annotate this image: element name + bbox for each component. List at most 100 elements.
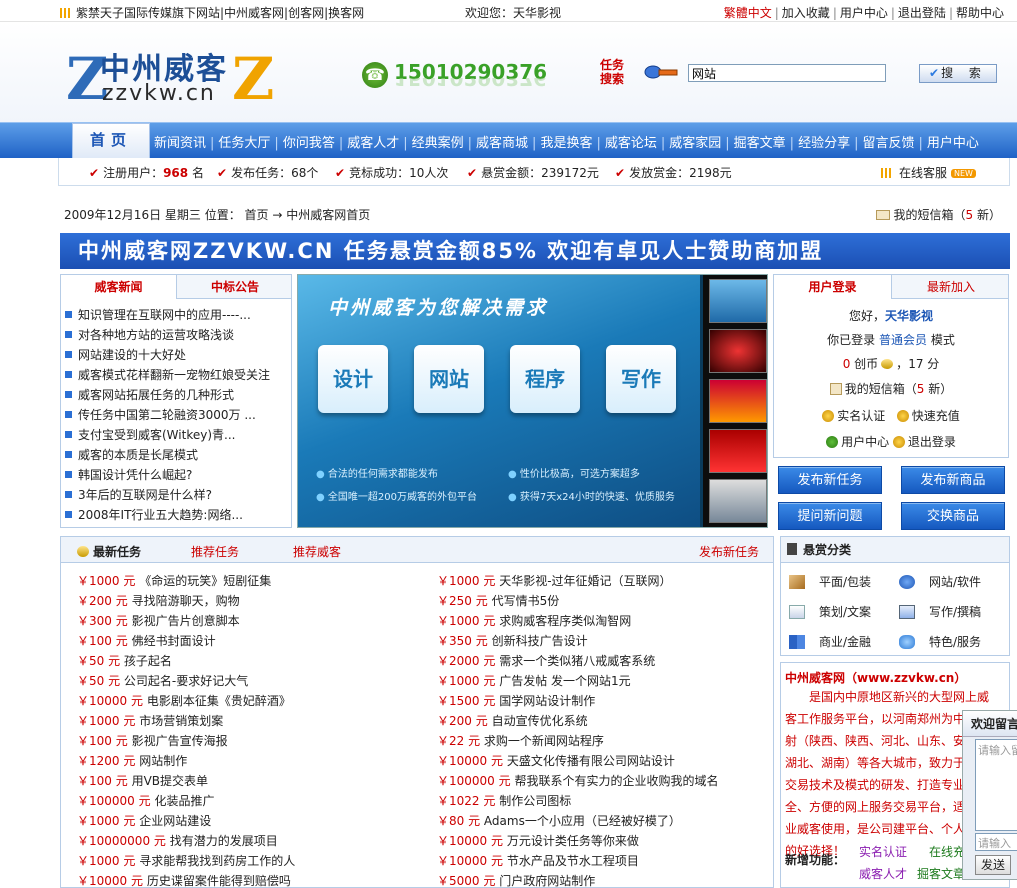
task-title[interactable]: Adams一个小应用（已经被好模了） [484, 814, 681, 828]
tab-award-notice[interactable]: 中标公告 [177, 275, 293, 299]
task-row[interactable]: ￥50 元 公司起名-要求好记大气 [77, 671, 295, 691]
nav-articles[interactable]: 掘客文章 [730, 136, 790, 151]
task-title[interactable]: 佛经书封面设计 [132, 634, 216, 648]
traditional-chinese-link[interactable]: 繁體中文 [721, 6, 775, 20]
thumbnail[interactable] [709, 279, 767, 323]
inbox-label[interactable]: 我的短信箱（ [845, 382, 917, 396]
category-label[interactable]: 特色/服务 [929, 635, 981, 649]
feature-verify[interactable]: 实名认证 [859, 843, 907, 860]
nav-mall[interactable]: 威客商城 [472, 136, 532, 151]
ask-question-button[interactable]: 提问新问题 [778, 502, 882, 530]
nav-user-center[interactable]: 用户中心 [923, 136, 983, 151]
category-label[interactable]: 写作/撰稿 [929, 605, 981, 619]
nav-cases[interactable]: 经典案例 [408, 136, 468, 151]
logout-link[interactable]: 退出登陆 [895, 6, 949, 20]
promo-banner[interactable]: 中州威客网ZZVKW.CN 任务悬赏金额85% 欢迎有卓见人士赞助商加盟 [60, 233, 1010, 269]
task-title[interactable]: 求购一个新闻网站程序 [484, 734, 604, 748]
task-row[interactable]: ￥350 元 创新科技广告设计 [437, 631, 718, 651]
site-logo[interactable]: Z 中州威客 zzvkw.cn Z [66, 44, 274, 112]
task-row[interactable]: ￥1022 元 制作公司图标 [437, 791, 718, 811]
task-row[interactable]: ￥22 元 求购一个新闻网站程序 [437, 731, 718, 751]
task-row[interactable]: ￥1500 元 国学网站设计制作 [437, 691, 718, 711]
message-title[interactable]: 欢迎留言 [963, 711, 1017, 737]
task-title[interactable]: 天盛文化传播有限公司网站设计 [507, 754, 675, 768]
task-title[interactable]: 求购威客程序类似淘智网 [499, 614, 631, 628]
inbox-row[interactable]: 我的短信箱（5 新） [774, 380, 1008, 397]
task-title[interactable]: 市场营销策划案 [139, 714, 223, 728]
category-label[interactable]: 策划/文案 [819, 605, 871, 619]
mailbox-label[interactable]: 我的短信箱（ [894, 208, 966, 222]
task-row[interactable]: ￥100000 元 化装品推广 [77, 791, 295, 811]
mailbox-link[interactable]: 我的短信箱（5 新） [875, 206, 1001, 223]
tasks-title[interactable]: 最新任务 [93, 545, 141, 559]
task-title[interactable]: 制作公司图标 [499, 794, 571, 808]
nav-home[interactable]: 首页 [72, 123, 150, 159]
task-title[interactable]: 广告发帖 发一个网站1元 [499, 674, 630, 688]
category-label[interactable]: 网站/软件 [929, 575, 981, 589]
list-item[interactable]: 对各种地方站的运营攻略浅谈 [65, 325, 291, 345]
task-title[interactable]: 影视广告片创意脚本 [132, 614, 240, 628]
logout-button[interactable]: 退出登录 [908, 435, 956, 449]
task-title[interactable]: 创新科技广告设计 [492, 634, 588, 648]
task-title[interactable]: 网站制作 [139, 754, 187, 768]
list-item[interactable]: 支付宝受到威客(Witkey)青... [65, 425, 291, 445]
feature-talent[interactable]: 威客人才 [859, 865, 907, 882]
task-title[interactable]: 化装品推广 [154, 794, 214, 808]
search-button[interactable]: ✔ 搜 索 [919, 64, 997, 83]
post-product-button[interactable]: 发布新商品 [901, 466, 1005, 494]
task-title[interactable]: 天华影视-过年征婚记（互联网） [499, 574, 671, 588]
task-row[interactable]: ￥10000 元 天盛文化传播有限公司网站设计 [437, 751, 718, 771]
task-row[interactable]: ￥250 元 代写情书5份 [437, 591, 718, 611]
task-title[interactable]: 代写情书5份 [492, 594, 560, 608]
task-row[interactable]: ￥10000 元 节水产品及节水工程项目 [437, 851, 718, 871]
feature-articles[interactable]: 掘客文章 [917, 865, 965, 882]
list-item[interactable]: 3年后的互联网是什么样? [65, 485, 291, 505]
nav-task-hall[interactable]: 任务大厅 [214, 136, 274, 151]
message-contact-input[interactable]: 请输入 [975, 833, 1017, 851]
feature-slideshow[interactable]: 中州威客为您解决需求 设计 网站 程序 写作 合法的任何需求都能发布 性价比极高… [297, 274, 768, 528]
tab-recommended-witkeys[interactable]: 推荐威客 [293, 543, 341, 560]
list-item[interactable]: 韩国设计凭什么崛起? [65, 465, 291, 485]
list-item[interactable]: 威客模式花样翻新一宠物红娘受关注 [65, 365, 291, 385]
task-row[interactable]: ￥10000 元 电影剧本征集《贵妃醉酒》 [77, 691, 295, 711]
post-task-button[interactable]: 发布新任务 [778, 466, 882, 494]
add-favorite-link[interactable]: 加入收藏 [779, 6, 833, 20]
tab-latest-tasks[interactable]: 最新任务 [77, 543, 141, 560]
task-row[interactable]: ￥1000 元 市场营销策划案 [77, 711, 295, 731]
nav-home-page[interactable]: 威客家园 [665, 136, 725, 151]
network-links-text[interactable]: 紫禁天子国际传媒旗下网站|中州威客网|创客网|换客网 [76, 6, 364, 20]
online-service-label[interactable]: 在线客服 [899, 166, 947, 180]
tab-user-login[interactable]: 用户登录 [774, 275, 892, 299]
slideshow-main[interactable]: 中州威客为您解决需求 设计 网站 程序 写作 合法的任何需求都能发布 性价比极高… [298, 275, 700, 527]
task-row[interactable]: ￥200 元 自动宣传优化系统 [437, 711, 718, 731]
task-title[interactable]: 自动宣传优化系统 [492, 714, 588, 728]
task-title[interactable]: 历史谍留案件能得到赔偿吗 [147, 874, 291, 888]
task-title[interactable]: 用VB提交表单 [132, 774, 208, 788]
category-planning[interactable]: 策划/文案 [789, 603, 871, 620]
task-row[interactable]: ￥100 元 佛经书封面设计 [77, 631, 295, 651]
online-service[interactable]: 在线客服 NEW [881, 164, 976, 181]
tab-recommended-tasks[interactable]: 推荐任务 [191, 543, 239, 560]
task-row[interactable]: ￥5000 元 门户政府网站制作 [437, 871, 718, 888]
nav-feedback[interactable]: 留言反馈 [858, 136, 918, 151]
list-item[interactable]: 网站建设的十大好处 [65, 345, 291, 365]
tab-witkey-news[interactable]: 威客新闻 [61, 275, 177, 299]
nav-experience[interactable]: 经验分享 [794, 136, 854, 151]
recharge-link[interactable]: 快速充值 [912, 409, 960, 423]
task-title[interactable]: 公司起名-要求好记大气 [124, 674, 248, 688]
swap-goods-button[interactable]: 交换商品 [901, 502, 1005, 530]
thumbnail[interactable] [709, 329, 767, 373]
list-item[interactable]: 2008年IT行业五大趋势:网络... [65, 505, 291, 525]
task-row[interactable]: ￥10000 元 历史谍留案件能得到赔偿吗 [77, 871, 295, 888]
nav-forum[interactable]: 威客论坛 [601, 136, 661, 151]
category-label[interactable]: 商业/金融 [819, 635, 871, 649]
task-row[interactable]: ￥80 元 Adams一个小应用（已经被好模了） [437, 811, 718, 831]
task-row[interactable]: ￥1000 元 求购威客程序类似淘智网 [437, 611, 718, 631]
category-business[interactable]: 商业/金融 [789, 633, 871, 650]
user-center-link[interactable]: 用户中心 [837, 6, 891, 20]
list-item[interactable]: 威客的本质是长尾模式 [65, 445, 291, 465]
task-title[interactable]: 节水产品及节水工程项目 [507, 854, 639, 868]
category-label[interactable]: 平面/包装 [819, 575, 871, 589]
task-row[interactable]: ￥10000000 元 找有潜力的发展项目 [77, 831, 295, 851]
task-title[interactable]: 影视广告宣传海报 [132, 734, 228, 748]
